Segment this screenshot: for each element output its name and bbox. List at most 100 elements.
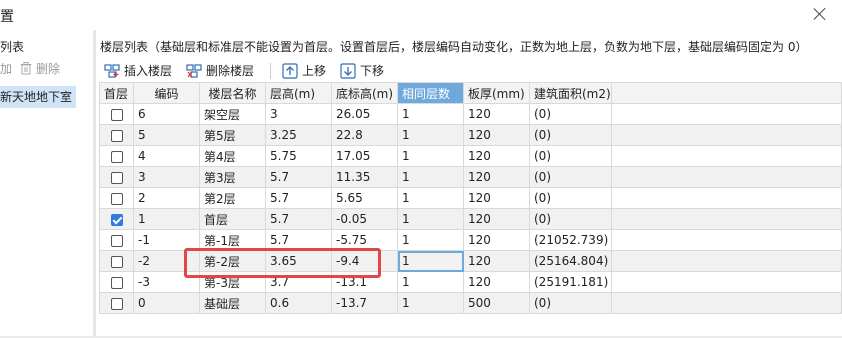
first-floor-checkbox[interactable]	[110, 129, 123, 142]
area-cell[interactable]: (0)	[529, 166, 612, 188]
column-header-first[interactable]: 首层	[99, 82, 134, 104]
same-count-cell[interactable]: 1	[397, 229, 464, 251]
slab-cell[interactable]: 120	[463, 271, 530, 293]
column-header-slab[interactable]: 板厚(mm)	[463, 82, 530, 104]
close-icon[interactable]	[812, 6, 828, 22]
height-cell[interactable]: 5.7	[265, 208, 332, 230]
code-cell[interactable]: -3	[133, 271, 200, 293]
table-row[interactable]: 6 架空层 3 26.05 1 120 (0)	[99, 103, 842, 125]
area-cell[interactable]: (0)	[529, 103, 612, 125]
table-row[interactable]: 5 第5层 3.25 22.8 1 120 (0)	[99, 124, 842, 146]
same-count-cell[interactable]: 1	[397, 166, 464, 188]
slab-cell[interactable]: 120	[463, 208, 530, 230]
slab-cell[interactable]: 120	[463, 124, 530, 146]
area-cell[interactable]: (0)	[529, 124, 612, 146]
height-cell[interactable]: 3.25	[265, 124, 332, 146]
height-cell[interactable]: 5.7	[265, 187, 332, 209]
base-elevation-cell[interactable]: -13.7	[331, 292, 398, 314]
name-cell[interactable]: 第4层	[199, 145, 266, 167]
name-cell[interactable]: 第-3层	[199, 271, 266, 293]
height-cell[interactable]: 3.65	[265, 250, 332, 272]
base-elevation-cell[interactable]: -5.75	[331, 229, 398, 251]
table-row[interactable]: 2 第2层 5.7 5.65 1 120 (0)	[99, 187, 842, 209]
slab-cell[interactable]: 500	[463, 292, 530, 314]
base-elevation-cell[interactable]: -9.4	[331, 250, 398, 272]
table-row[interactable]: 0 基础层 0.6 -13.7 1 500 (0)	[99, 292, 842, 314]
base-elevation-cell[interactable]: 26.05	[331, 103, 398, 125]
name-cell[interactable]: 第-2层	[199, 250, 266, 272]
area-cell[interactable]: (0)	[529, 292, 612, 314]
code-cell[interactable]: 0	[133, 292, 200, 314]
move-down-button[interactable]: 下移	[340, 61, 384, 81]
height-cell[interactable]: 5.7	[265, 166, 332, 188]
name-cell[interactable]: 第3层	[199, 166, 266, 188]
slab-cell[interactable]: 120	[463, 145, 530, 167]
project-list-item[interactable]: 新天地地下室	[0, 86, 76, 108]
base-elevation-cell[interactable]: 11.35	[331, 166, 398, 188]
column-header-same-count[interactable]: 相同层数	[397, 82, 464, 104]
column-header-code[interactable]: 编码	[133, 82, 200, 104]
first-floor-checkbox[interactable]	[110, 276, 123, 289]
base-elevation-cell[interactable]: 17.05	[331, 145, 398, 167]
insert-floor-button[interactable]: 插入楼层	[104, 61, 172, 81]
slab-cell[interactable]: 120	[463, 250, 530, 272]
same-count-cell[interactable]: 1	[397, 103, 464, 125]
name-cell[interactable]: 第2层	[199, 187, 266, 209]
delete-button[interactable]: 删除	[20, 60, 60, 77]
table-row[interactable]: -3 第-3层 3.7 -13.1 1 120 (25191.181)	[99, 271, 842, 293]
slab-cell[interactable]: 120	[463, 229, 530, 251]
table-row[interactable]: -1 第-1层 5.7 -5.75 1 120 (21052.739)	[99, 229, 842, 251]
move-up-button[interactable]: 上移	[282, 61, 326, 81]
first-floor-checkbox[interactable]	[110, 297, 123, 310]
column-header-height[interactable]: 层高(m)	[265, 82, 332, 104]
code-cell[interactable]: 4	[133, 145, 200, 167]
slab-cell[interactable]: 120	[463, 166, 530, 188]
area-cell[interactable]: (0)	[529, 187, 612, 209]
name-cell[interactable]: 第-1层	[199, 229, 266, 251]
same-count-cell[interactable]: 1	[397, 124, 464, 146]
column-header-name[interactable]: 楼层名称	[199, 82, 266, 104]
same-count-cell[interactable]: 1	[397, 250, 464, 272]
name-cell[interactable]: 架空层	[199, 103, 266, 125]
name-cell[interactable]: 第5层	[199, 124, 266, 146]
table-row[interactable]: 3 第3层 5.7 11.35 1 120 (0)	[99, 166, 842, 188]
height-cell[interactable]: 5.75	[265, 145, 332, 167]
base-elevation-cell[interactable]: -13.1	[331, 271, 398, 293]
area-cell[interactable]: (25191.181)	[529, 271, 612, 293]
first-floor-checkbox[interactable]	[110, 171, 123, 184]
code-cell[interactable]: -2	[133, 250, 200, 272]
height-cell[interactable]: 5.7	[265, 229, 332, 251]
column-header-base-elevation[interactable]: 底标高(m)	[331, 82, 398, 104]
delete-floor-button[interactable]: 删除楼层	[186, 61, 254, 81]
code-cell[interactable]: 3	[133, 166, 200, 188]
name-cell[interactable]: 基础层	[199, 292, 266, 314]
code-cell[interactable]: 2	[133, 187, 200, 209]
slab-cell[interactable]: 120	[463, 103, 530, 125]
add-button[interactable]: 加	[0, 60, 12, 77]
height-cell[interactable]: 0.6	[265, 292, 332, 314]
table-row[interactable]: -2 第-2层 3.65 -9.4 1 120 (25164.804)	[99, 250, 842, 272]
first-floor-checkbox[interactable]	[110, 213, 123, 226]
same-count-cell[interactable]: 1	[397, 271, 464, 293]
area-cell[interactable]: (0)	[529, 208, 612, 230]
column-header-area[interactable]: 建筑面积(m2)	[529, 82, 612, 104]
code-cell[interactable]: -1	[133, 229, 200, 251]
same-count-cell[interactable]: 1	[397, 187, 464, 209]
first-floor-checkbox[interactable]	[110, 150, 123, 163]
slab-cell[interactable]: 120	[463, 187, 530, 209]
first-floor-checkbox[interactable]	[110, 108, 123, 121]
base-elevation-cell[interactable]: -0.05	[331, 208, 398, 230]
area-cell[interactable]: (0)	[529, 145, 612, 167]
code-cell[interactable]: 5	[133, 124, 200, 146]
area-cell[interactable]: (21052.739)	[529, 229, 612, 251]
table-row[interactable]: 1 首层 5.7 -0.05 1 120 (0)	[99, 208, 842, 230]
name-cell[interactable]: 首层	[199, 208, 266, 230]
code-cell[interactable]: 1	[133, 208, 200, 230]
same-count-cell[interactable]: 1	[397, 292, 464, 314]
same-count-cell[interactable]: 1	[397, 208, 464, 230]
code-cell[interactable]: 6	[133, 103, 200, 125]
base-elevation-cell[interactable]: 22.8	[331, 124, 398, 146]
first-floor-checkbox[interactable]	[110, 234, 123, 247]
area-cell[interactable]: (25164.804)	[529, 250, 612, 272]
base-elevation-cell[interactable]: 5.65	[331, 187, 398, 209]
